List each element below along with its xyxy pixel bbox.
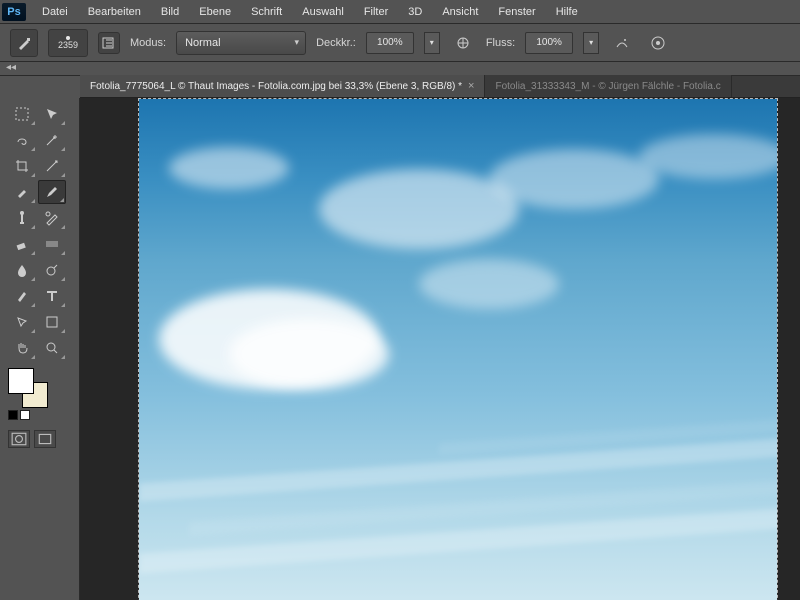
menu-auswahl[interactable]: Auswahl <box>292 2 354 22</box>
tab-close-icon[interactable]: × <box>468 80 474 92</box>
crop-tool[interactable] <box>8 154 36 178</box>
tool-preset-picker[interactable] <box>10 29 38 57</box>
menu-fenster[interactable]: Fenster <box>488 2 545 22</box>
document-tab-strip: Fotolia_7775064_L © Thaut Images - Fotol… <box>80 76 800 98</box>
zoom-tool[interactable] <box>38 336 66 360</box>
pressure-size-icon[interactable] <box>645 31 671 55</box>
eraser-tool[interactable] <box>8 232 36 256</box>
shape-tool[interactable] <box>38 310 66 334</box>
document-canvas[interactable] <box>138 98 778 600</box>
screen-mode-icon[interactable] <box>34 430 56 448</box>
brush-size-picker[interactable]: 2359 <box>48 29 88 57</box>
flow-value: 100% <box>536 37 562 48</box>
history-brush-tool[interactable] <box>38 206 66 230</box>
menu-bild[interactable]: Bild <box>151 2 189 22</box>
menu-bearbeiten[interactable]: Bearbeiten <box>78 2 151 22</box>
tab-label: Fotolia_7775064_L © Thaut Images - Fotol… <box>90 81 462 92</box>
slice-tool[interactable] <box>38 154 66 178</box>
menu-3d[interactable]: 3D <box>398 2 432 22</box>
airbrush-icon[interactable] <box>609 31 635 55</box>
flow-field[interactable]: 100% <box>525 32 573 54</box>
tools-panel <box>0 98 80 600</box>
opacity-value: 100% <box>377 37 403 48</box>
hand-tool[interactable] <box>8 336 36 360</box>
menu-datei[interactable]: Datei <box>32 2 78 22</box>
opacity-field[interactable]: 100% <box>366 32 414 54</box>
brush-tool[interactable] <box>38 180 66 204</box>
pressure-opacity-icon[interactable] <box>450 31 476 55</box>
marquee-tool[interactable] <box>8 102 36 126</box>
menu-hilfe[interactable]: Hilfe <box>546 2 588 22</box>
clone-tool[interactable] <box>8 206 36 230</box>
default-colors-icon[interactable] <box>8 410 71 420</box>
panel-collapse-arrows[interactable]: ◂◂ <box>0 62 800 76</box>
move-tool[interactable] <box>38 102 66 126</box>
menu-ansicht[interactable]: Ansicht <box>432 2 488 22</box>
brush-panel-toggle[interactable] <box>98 32 120 54</box>
mode-label: Modus: <box>130 37 166 49</box>
blur-tool[interactable] <box>8 258 36 282</box>
color-swatches[interactable] <box>8 368 48 408</box>
menu-ebene[interactable]: Ebene <box>189 2 241 22</box>
pen-tool[interactable] <box>8 284 36 308</box>
quick-mask-icon[interactable] <box>8 430 30 448</box>
wand-tool[interactable] <box>38 128 66 152</box>
options-bar: 2359 Modus: Normal Deckkr.: 100% ▾ Fluss… <box>0 24 800 62</box>
lasso-tool[interactable] <box>8 128 36 152</box>
foreground-color-swatch[interactable] <box>8 368 34 394</box>
document-tab[interactable]: Fotolia_31333343_M - © Jürgen Fälchle - … <box>485 75 731 97</box>
canvas-area[interactable] <box>80 98 800 600</box>
workspace <box>0 98 800 600</box>
brush-size-value: 2359 <box>58 40 78 50</box>
eyedropper-tool[interactable] <box>8 180 36 204</box>
flow-dropdown-arrow[interactable]: ▾ <box>583 32 599 54</box>
app-logo: Ps <box>2 3 26 21</box>
type-tool[interactable] <box>38 284 66 308</box>
sky-image <box>139 99 777 600</box>
menu-filter[interactable]: Filter <box>354 2 398 22</box>
tab-label: Fotolia_31333343_M - © Jürgen Fälchle - … <box>495 81 720 92</box>
opacity-label: Deckkr.: <box>316 37 356 49</box>
gradient-tool[interactable] <box>38 232 66 256</box>
blend-mode-value: Normal <box>185 37 220 49</box>
menu-bar: Ps DateiBearbeitenBildEbeneSchriftAuswah… <box>0 0 800 24</box>
menu-schrift[interactable]: Schrift <box>241 2 292 22</box>
document-tab[interactable]: Fotolia_7775064_L © Thaut Images - Fotol… <box>80 75 485 97</box>
blend-mode-dropdown[interactable]: Normal <box>176 31 306 55</box>
dodge-tool[interactable] <box>38 258 66 282</box>
opacity-dropdown-arrow[interactable]: ▾ <box>424 32 440 54</box>
path-select-tool[interactable] <box>8 310 36 334</box>
flow-label: Fluss: <box>486 37 515 49</box>
